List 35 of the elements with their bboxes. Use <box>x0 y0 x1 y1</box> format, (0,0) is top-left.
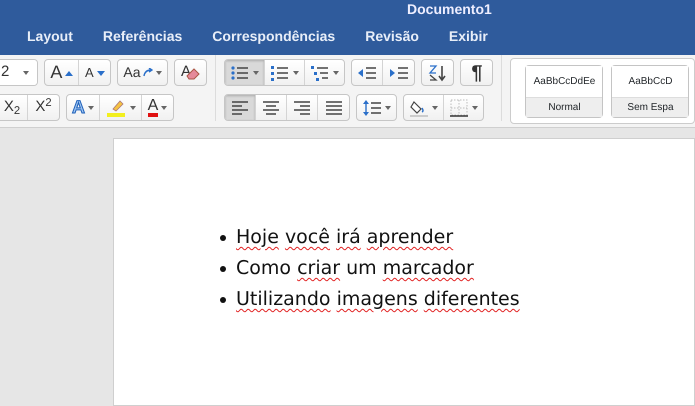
bullet-icon <box>220 266 226 272</box>
shrink-font-button[interactable]: A <box>79 60 110 85</box>
highlighter-icon <box>105 98 127 118</box>
line-spacing-icon <box>362 98 382 118</box>
show-marks-button[interactable]: ¶ <box>461 60 492 85</box>
style-preview: AaBbCcDdEe <box>526 66 602 97</box>
list-item-text: Hoje você irá aprender <box>236 225 454 250</box>
style-card[interactable]: AaBbCcDdEe Normal <box>525 65 604 118</box>
bullets-button[interactable] <box>225 60 266 85</box>
grow-font-button[interactable]: A <box>45 60 80 85</box>
bullet-icon <box>220 234 226 240</box>
font-color-button[interactable]: A <box>142 95 173 120</box>
style-preview: AaBbCcD <box>612 66 688 97</box>
list-item-text: Como criar um marcador <box>236 256 474 281</box>
case-arrow-icon <box>143 68 154 78</box>
shrink-triangle-icon <box>96 70 105 76</box>
list-item-text: Utilizando imagens diferentes <box>236 287 520 312</box>
change-case-button[interactable]: Aa <box>118 60 168 85</box>
ribbon-tab[interactable]: Exibir <box>448 27 488 45</box>
bullet-icon <box>220 296 226 302</box>
style-name: Normal <box>526 97 602 117</box>
borders-icon <box>449 98 470 118</box>
sort-icon <box>428 62 448 82</box>
align-left-button[interactable] <box>225 95 256 120</box>
style-card[interactable]: AaBbCcD Sem Espa <box>611 65 690 118</box>
style-name: Sem Espa <box>612 97 688 117</box>
ribbon-tab[interactable]: Layout <box>27 27 73 45</box>
ribbon-tab[interactable]: Referências <box>102 27 182 45</box>
ribbon-tab[interactable]: Correspondências <box>212 27 336 45</box>
font-size-field[interactable]: 2 <box>0 60 38 85</box>
window-title: Documento1 <box>407 0 492 18</box>
ribbon-tab[interactable]: Revisão <box>365 27 419 45</box>
superscript-button[interactable]: X$^{2}$ <box>28 95 59 120</box>
grow-triangle-icon <box>65 70 74 76</box>
subscript-button[interactable]: X$_{2}$ <box>0 95 28 120</box>
